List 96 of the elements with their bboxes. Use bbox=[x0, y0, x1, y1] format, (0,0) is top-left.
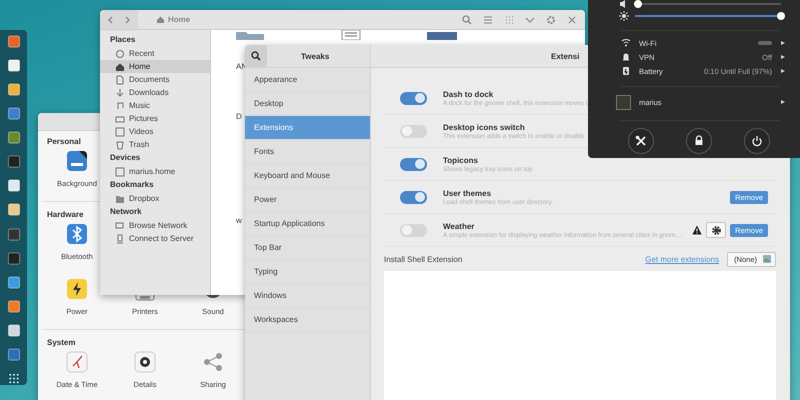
toggle-switch[interactable] bbox=[400, 124, 427, 138]
download-icon bbox=[115, 88, 125, 98]
toggle-switch[interactable] bbox=[400, 158, 427, 170]
page-title: Extensi bbox=[551, 52, 580, 60]
grid-icon[interactable] bbox=[504, 14, 514, 24]
search-icon bbox=[251, 51, 261, 61]
battery-icon bbox=[621, 66, 631, 76]
folder-icon bbox=[115, 194, 125, 204]
sidebar-item[interactable]: Connect to Server bbox=[100, 232, 210, 245]
sidebar-item[interactable]: Workspaces bbox=[245, 308, 370, 332]
toggle-switch[interactable] bbox=[400, 224, 427, 236]
sidebar-item[interactable]: Power bbox=[245, 188, 370, 212]
extension-name: User themes bbox=[443, 188, 492, 198]
app-icon[interactable] bbox=[6, 35, 20, 48]
app-icon[interactable] bbox=[6, 228, 20, 241]
app-icon[interactable] bbox=[6, 179, 20, 192]
section-label: Install Shell Extension bbox=[384, 254, 462, 264]
window-title: Tweaks bbox=[301, 52, 330, 60]
arrow-icon bbox=[780, 99, 786, 105]
sidebar-item[interactable]: Downloads bbox=[100, 86, 210, 99]
share-icon[interactable] bbox=[201, 350, 225, 374]
trash-icon bbox=[115, 140, 125, 150]
app-icon[interactable] bbox=[6, 300, 20, 313]
sidebar-item[interactable]: marius.home bbox=[100, 165, 210, 178]
sidebar-item[interactable]: Pictures bbox=[100, 112, 210, 125]
sidebar-item[interactable]: Browse Network bbox=[100, 219, 210, 232]
app-icon[interactable] bbox=[6, 203, 20, 216]
app-icon[interactable] bbox=[6, 276, 20, 289]
settings-button[interactable] bbox=[706, 222, 726, 238]
arrow-icon bbox=[780, 54, 786, 60]
avatar-placeholder bbox=[616, 94, 631, 110]
app-icon[interactable] bbox=[6, 83, 20, 96]
brightness-icon bbox=[619, 11, 629, 21]
sidebar-heading: Devices bbox=[109, 152, 142, 164]
sidebar-item[interactable]: Startup Applications bbox=[245, 212, 370, 236]
sidebar-item[interactable]: Recent bbox=[100, 47, 210, 60]
app-icon[interactable] bbox=[6, 155, 20, 168]
app-icon[interactable] bbox=[6, 324, 20, 337]
sidebar-item[interactable]: Top Bar bbox=[245, 236, 370, 260]
extension-name: Topicons bbox=[443, 156, 478, 164]
sidebar-item[interactable]: Fonts bbox=[245, 140, 370, 164]
folder-icon[interactable] bbox=[427, 30, 457, 40]
section-heading: Hardware bbox=[47, 210, 84, 219]
chevron-icon[interactable] bbox=[525, 14, 535, 24]
file-name[interactable]: D bbox=[236, 112, 242, 122]
sidebar-heading: Bookmarks bbox=[109, 179, 155, 191]
lock-button[interactable] bbox=[686, 128, 712, 154]
extension-name: Desktop icons switch bbox=[443, 122, 525, 132]
app-icon[interactable] bbox=[6, 131, 20, 144]
bluetooth-icon[interactable] bbox=[65, 222, 89, 246]
wallpaper-icon[interactable] bbox=[65, 149, 89, 173]
slider-thumb[interactable] bbox=[777, 12, 785, 20]
nav-buttons[interactable] bbox=[100, 10, 138, 29]
app-grid-icon[interactable] bbox=[6, 372, 20, 385]
lightning-icon[interactable] bbox=[65, 277, 89, 301]
sidebar-heading: Network bbox=[109, 206, 143, 218]
section-heading: Personal bbox=[47, 137, 81, 146]
server-icon bbox=[115, 234, 125, 244]
app-icon[interactable] bbox=[6, 252, 20, 265]
power-button[interactable] bbox=[744, 128, 770, 154]
house-icon bbox=[115, 62, 125, 72]
toggle-switch[interactable] bbox=[400, 190, 427, 204]
extension-name: Weather bbox=[443, 222, 474, 230]
tools-icon bbox=[634, 134, 648, 148]
sidebar-item[interactable]: Trash bbox=[100, 138, 210, 151]
arrow-icon bbox=[780, 68, 786, 74]
app-icon[interactable] bbox=[6, 59, 20, 72]
extension-name: Dash to dock bbox=[443, 90, 494, 98]
power-icon bbox=[750, 134, 764, 148]
search-button[interactable] bbox=[245, 45, 267, 67]
sidebar-item[interactable]: Dropbox bbox=[100, 192, 210, 205]
toggle-switch[interactable] bbox=[400, 92, 427, 104]
arrow-icon bbox=[780, 40, 786, 46]
sidebar-item[interactable]: Documents bbox=[100, 73, 210, 86]
wifi-icon bbox=[621, 38, 631, 48]
app-icon[interactable] bbox=[6, 107, 20, 120]
file-name[interactable]: w bbox=[236, 216, 242, 226]
sidebar-item[interactable]: Home bbox=[100, 60, 210, 73]
sidebar-item[interactable]: Videos bbox=[100, 125, 210, 138]
sidebar-heading: Places bbox=[109, 34, 136, 46]
close-icon[interactable] bbox=[567, 14, 577, 24]
sidebar-item[interactable]: Keyboard and Mouse bbox=[245, 164, 370, 188]
image-icon bbox=[762, 254, 772, 264]
settings-button[interactable] bbox=[628, 128, 654, 154]
network-name-blur bbox=[758, 41, 772, 45]
sidebar-item[interactable]: Appearance bbox=[245, 68, 370, 92]
sidebar-item[interactable]: Typing bbox=[245, 260, 370, 284]
document-icon[interactable] bbox=[341, 30, 361, 40]
sidebar-item[interactable]: Music bbox=[100, 99, 210, 112]
slider-thumb[interactable] bbox=[634, 0, 642, 8]
house-icon bbox=[156, 15, 165, 24]
search-icon[interactable] bbox=[462, 14, 472, 24]
document-icon bbox=[115, 74, 125, 84]
section-heading: System bbox=[47, 338, 76, 347]
sidebar-item[interactable]: Windows bbox=[245, 284, 370, 308]
list-icon[interactable] bbox=[483, 14, 493, 24]
